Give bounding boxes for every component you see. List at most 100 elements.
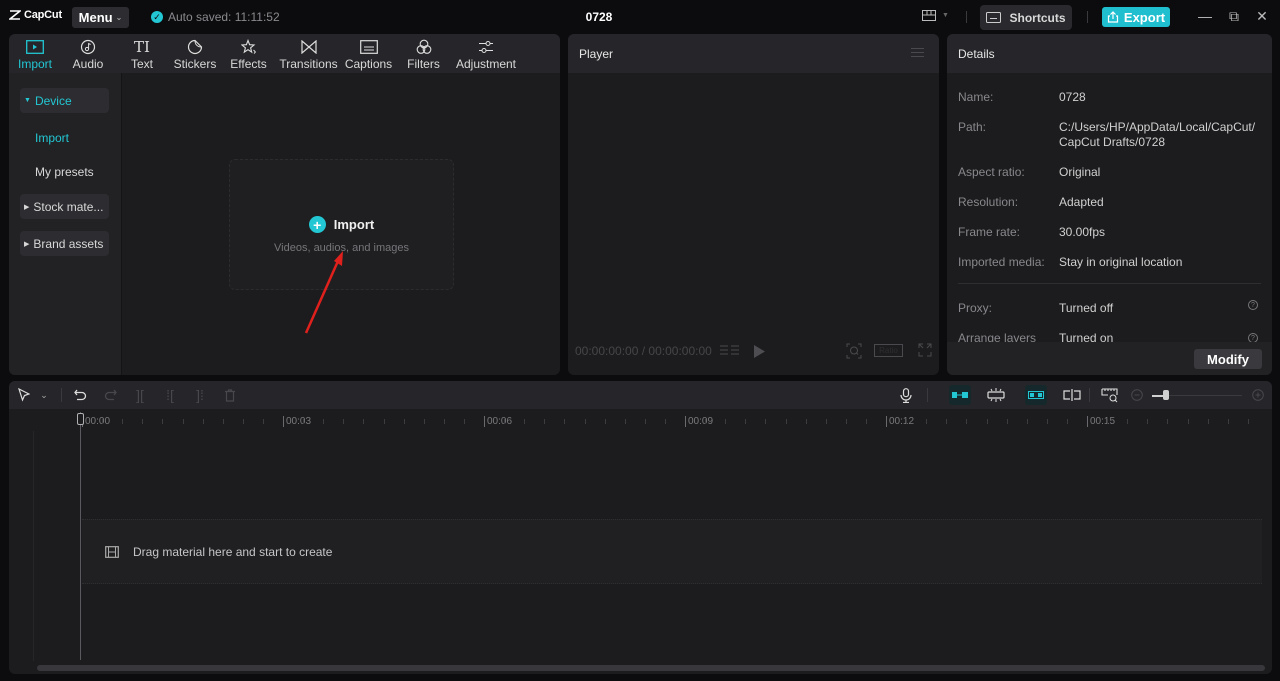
- split-left-icon: ⁞[: [166, 387, 174, 403]
- detail-value: 0728: [1059, 90, 1086, 104]
- tab-stickers[interactable]: Stickers: [169, 34, 221, 73]
- tab-text[interactable]: TI Text: [115, 34, 169, 73]
- sidebar-item-brand-assets[interactable]: ▶ Brand assets: [20, 231, 109, 256]
- ruler-tick: [202, 419, 204, 424]
- ruler-tick: [242, 419, 244, 424]
- sidebar-item-device[interactable]: ▼ Device: [20, 88, 109, 113]
- play-button[interactable]: [754, 345, 765, 361]
- ruler-tick: [524, 419, 526, 424]
- chevron-down-icon[interactable]: ⌄: [35, 387, 53, 403]
- close-button[interactable]: ✕: [1252, 8, 1272, 25]
- split-button[interactable]: ][: [131, 387, 149, 403]
- tab-label: Audio: [72, 57, 104, 71]
- shortcuts-button[interactable]: Shortcuts: [980, 5, 1072, 30]
- tab-transitions[interactable]: Transitions: [276, 34, 341, 73]
- detail-value: Original: [1059, 165, 1101, 179]
- playhead-line[interactable]: [80, 412, 81, 660]
- playhead-handle[interactable]: [77, 413, 84, 425]
- zoom-in-button[interactable]: [1249, 387, 1267, 403]
- divider: [966, 11, 967, 23]
- ruler-tick: [664, 419, 666, 424]
- export-icon: [1107, 11, 1119, 23]
- ruler-tick: [624, 419, 626, 424]
- fullscreen-button[interactable]: [918, 343, 932, 360]
- player-timecode: 00:00:00:00 / 00:00:00:00: [575, 344, 712, 358]
- ruler-tick: [926, 419, 928, 424]
- auto-snapping-toggle[interactable]: [987, 387, 1005, 403]
- record-audio-button[interactable]: [897, 387, 915, 403]
- undo-button[interactable]: [71, 387, 89, 403]
- ruler-tick: [765, 419, 767, 424]
- restore-button[interactable]: ⧉: [1224, 8, 1244, 25]
- sidebar-item-import[interactable]: Import: [20, 125, 109, 150]
- preview-axis-toggle[interactable]: [1063, 387, 1081, 403]
- split-right-button[interactable]: ]⁞: [191, 387, 209, 403]
- import-icon: [26, 37, 44, 57]
- delete-button[interactable]: [221, 387, 239, 403]
- ratio-label: Ratio: [879, 346, 898, 355]
- timeline-ruler[interactable]: 00:00 00:03 00:06 00:09 00:12 00:15: [9, 409, 1272, 431]
- ruler-tick: [343, 419, 345, 424]
- title-bar: CapCut Menu ⌄ ✓ Auto saved: 11:11:52 072…: [0, 0, 1280, 34]
- tab-import[interactable]: Import: [9, 34, 61, 73]
- captions-icon: [359, 37, 378, 57]
- timeline-horizontal-scrollbar[interactable]: [37, 665, 1265, 671]
- divider: [1087, 11, 1088, 23]
- main-track-magnet-toggle[interactable]: [949, 385, 971, 405]
- ruler-tick: [122, 419, 124, 424]
- help-icon[interactable]: ?: [1248, 300, 1258, 310]
- ruler-tick: [1127, 419, 1129, 424]
- zoom-out-icon: [1131, 389, 1143, 401]
- ruler-tick: [1046, 419, 1048, 424]
- timeline-drop-zone[interactable]: Drag material here and start to create: [82, 519, 1262, 584]
- modify-button[interactable]: Modify: [1194, 349, 1262, 369]
- minimize-icon: —: [1198, 8, 1212, 24]
- split-left-button[interactable]: ⁞[: [161, 387, 179, 403]
- zoom-fit-button[interactable]: [846, 343, 862, 362]
- ruler-label: 00:00: [82, 416, 110, 427]
- detail-label: Proxy:: [958, 301, 993, 315]
- ruler-tick: [865, 419, 867, 424]
- zoom-slider-track[interactable]: [1157, 395, 1242, 396]
- tab-effects[interactable]: Effects: [221, 34, 276, 73]
- tab-filters[interactable]: Filters: [396, 34, 451, 73]
- sidebar-item-stock-material[interactable]: ▶ Stock mate...: [20, 194, 109, 219]
- import-dropzone[interactable]: + Import Videos, audios, and images: [229, 159, 454, 290]
- keyboard-icon: [986, 12, 1002, 23]
- media-panel: Import Audio TI Text Stickers Effects Tr…: [9, 34, 560, 375]
- text-icon: TI: [134, 38, 150, 56]
- layout-button[interactable]: ▼: [922, 10, 949, 21]
- ruler-tick: [966, 419, 968, 424]
- detail-value: Turned off: [1059, 301, 1114, 315]
- undo-icon: [73, 389, 86, 401]
- ratio-button[interactable]: Ratio: [874, 344, 903, 357]
- ruler-tick: [1107, 419, 1109, 424]
- divider: [958, 283, 1261, 284]
- sidebar-item-my-presets[interactable]: My presets: [20, 159, 109, 184]
- import-button[interactable]: + Import: [230, 216, 453, 233]
- select-tool-button[interactable]: [15, 387, 33, 403]
- tab-adjustment[interactable]: Adjustment: [451, 34, 521, 73]
- effects-icon: [240, 37, 257, 57]
- timeline-grid-icon[interactable]: [720, 344, 740, 361]
- sidebar-item-label: My presets: [35, 164, 94, 179]
- zoom-slider-handle[interactable]: [1162, 390, 1169, 400]
- detail-row-frame-rate: Frame rate: 30.00fps: [958, 225, 1263, 240]
- menu-icon[interactable]: [911, 48, 924, 60]
- ruler-tick: [303, 419, 305, 424]
- detail-value: 30.00fps: [1059, 225, 1106, 239]
- minimize-button[interactable]: —: [1195, 8, 1215, 24]
- zoom-out-button[interactable]: [1128, 387, 1146, 403]
- ruler-tick: [222, 419, 224, 424]
- export-button[interactable]: Export: [1102, 7, 1170, 27]
- detail-row-aspect-ratio: Aspect ratio: Original: [958, 165, 1263, 180]
- sidebar-item-label: Import: [35, 130, 70, 145]
- ruler-tick: [504, 419, 506, 424]
- redo-button[interactable]: [101, 387, 119, 403]
- microphone-icon: [900, 387, 912, 403]
- linkage-toggle[interactable]: [1025, 385, 1047, 405]
- zoom-to-fit-button[interactable]: [1101, 387, 1119, 403]
- tab-audio[interactable]: Audio: [61, 34, 115, 73]
- ruler-tick: [1187, 419, 1189, 424]
- tab-captions[interactable]: Captions: [341, 34, 396, 73]
